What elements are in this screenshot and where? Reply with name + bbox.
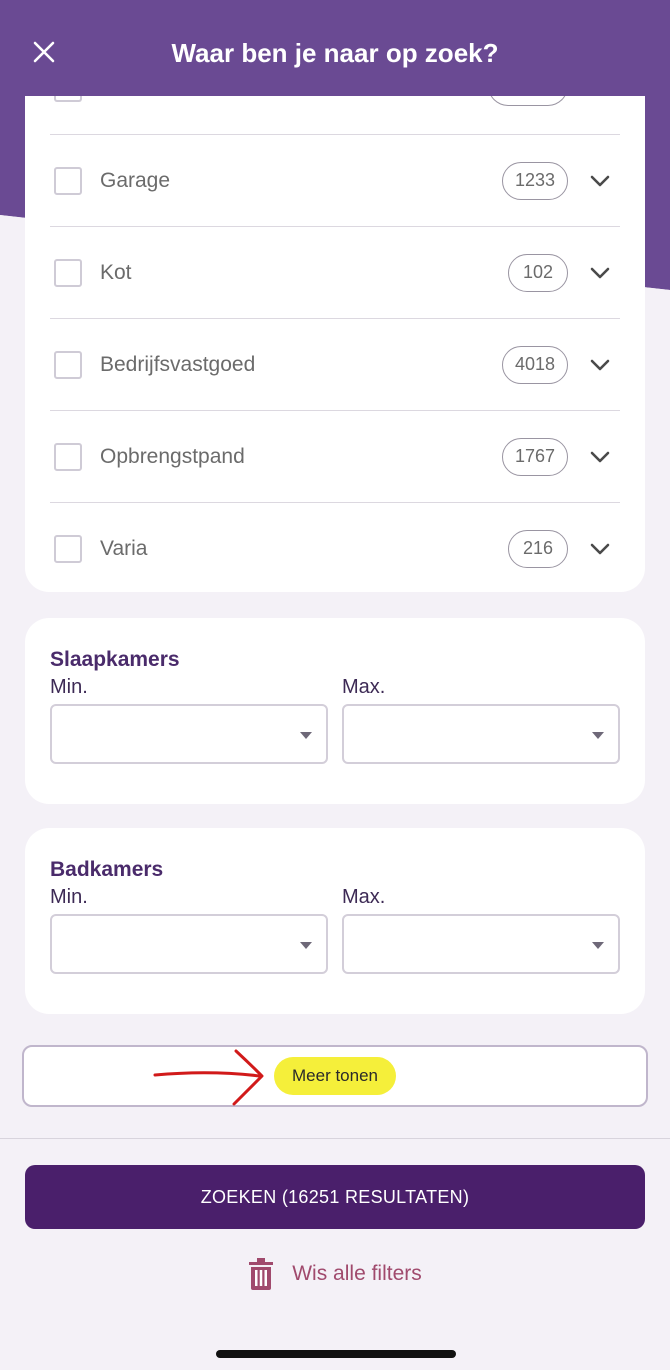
max-label: Max. (342, 676, 386, 698)
chevron-down-icon[interactable] (580, 529, 620, 569)
checkbox[interactable] (54, 258, 82, 287)
bedrooms-min-select[interactable] (50, 704, 328, 764)
search-button[interactable]: ZOEKEN (16251 RESULTATEN) (25, 1165, 645, 1229)
type-label: Varia (100, 536, 148, 560)
list-item-varia[interactable]: Varia 216 (50, 502, 620, 592)
bathrooms-card: Badkamers Min. Max. (25, 828, 645, 1014)
caret-down-icon (592, 942, 604, 949)
count-badge: 1767 (501, 437, 568, 476)
property-type-card: Garage 1233 Kot 102 Bedrijfsvastgoed 401… (25, 96, 645, 592)
bedrooms-card: Slaapkamers Min. Max. (25, 618, 645, 804)
header-bar: Waar ben je naar op zoek? (0, 0, 670, 100)
hidden-row-checkbox (54, 96, 82, 102)
min-label: Min. (50, 676, 88, 698)
count-badge: 1233 (501, 161, 568, 200)
list-item-opbrengstpand[interactable]: Opbrengstpand 1767 (50, 410, 620, 502)
page-title: Waar ben je naar op zoek? (171, 37, 499, 68)
hidden-row-count (488, 96, 568, 106)
checkbox[interactable] (54, 442, 82, 471)
close-icon (33, 41, 55, 63)
chevron-down-icon[interactable] (580, 253, 620, 293)
list-item-bedrijfsvastgoed[interactable]: Bedrijfsvastgoed 4018 (50, 318, 620, 410)
section-title: Badkamers (50, 858, 164, 881)
caret-down-icon (300, 732, 312, 739)
checkbox[interactable] (54, 350, 82, 379)
count-badge: 4018 (501, 345, 568, 384)
section-title: Slaapkamers (50, 648, 180, 671)
checkbox[interactable] (54, 534, 82, 563)
list-item-kot[interactable]: Kot 102 (50, 226, 620, 318)
type-label: Kot (100, 260, 132, 284)
count-badge: 102 (508, 253, 568, 292)
caret-down-icon (592, 732, 604, 739)
list-item-garage[interactable]: Garage 1233 (50, 134, 620, 226)
bathrooms-min-select[interactable] (50, 914, 328, 974)
trash-icon (249, 1258, 274, 1290)
home-indicator (216, 1350, 456, 1358)
count-badge: 216 (508, 529, 568, 568)
show-more-button[interactable]: Meer tonen (22, 1045, 648, 1107)
clear-filters-button[interactable]: Wis alle filters (0, 1252, 670, 1296)
red-arrow-annotation-icon (153, 1049, 264, 1106)
chevron-down-icon[interactable] (580, 437, 620, 477)
type-label: Garage (100, 168, 171, 192)
close-button[interactable] (22, 30, 66, 74)
max-label: Max. (342, 886, 386, 908)
clear-filters-label: Wis alle filters (292, 1262, 422, 1285)
chevron-down-icon[interactable] (580, 345, 620, 385)
min-label: Min. (50, 886, 88, 908)
type-label: Opbrengstpand (100, 444, 245, 468)
type-label: Bedrijfsvastgoed (100, 352, 256, 376)
caret-down-icon (300, 942, 312, 949)
show-more-label: Meer tonen (274, 1057, 396, 1095)
divider (0, 1138, 670, 1139)
chevron-down-icon[interactable] (580, 161, 620, 201)
bathrooms-max-select[interactable] (342, 914, 620, 974)
checkbox[interactable] (54, 166, 82, 195)
bedrooms-max-select[interactable] (342, 704, 620, 764)
